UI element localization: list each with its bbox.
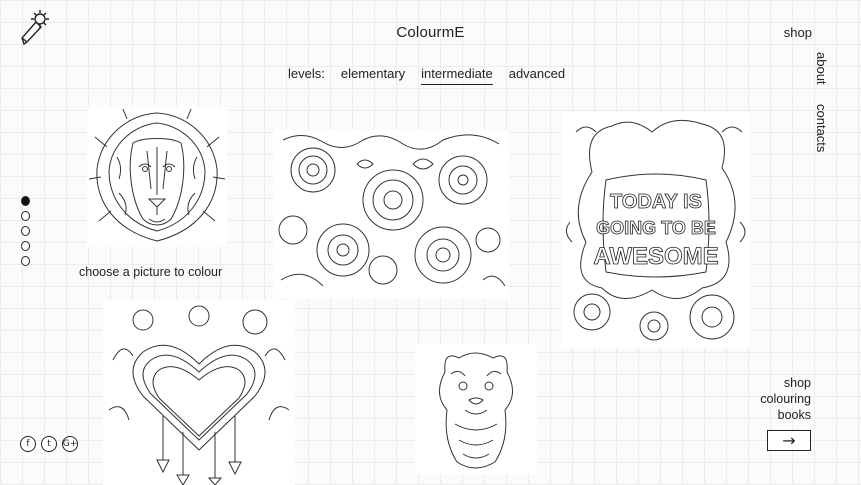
- quote-line-3: AWESOME: [593, 243, 718, 270]
- picture-awesome-quote[interactable]: TODAY IS GOING TO BE AWESOME: [562, 112, 750, 348]
- promo-line-2: colouring: [760, 392, 811, 406]
- promo-line-1: shop: [783, 376, 811, 390]
- quote-line-2: GOING TO BE: [596, 218, 716, 238]
- nav-about-link[interactable]: about: [814, 52, 829, 85]
- page-dot[interactable]: [21, 196, 30, 206]
- gallery-caption: choose a picture to colour: [79, 265, 223, 279]
- level-elementary[interactable]: elementary: [341, 66, 405, 85]
- arrow-right-button[interactable]: →: [767, 430, 811, 451]
- level-intermediate[interactable]: intermediate: [421, 66, 493, 85]
- arrow-right-icon: →: [782, 431, 796, 450]
- picture-puppy[interactable]: [415, 344, 537, 474]
- page-dot[interactable]: [21, 226, 30, 236]
- picture-heart-dreamcatcher[interactable]: [103, 300, 295, 485]
- level-advanced[interactable]: advanced: [509, 66, 565, 85]
- social-links: f t G+: [20, 436, 78, 452]
- page-dot[interactable]: [21, 241, 30, 251]
- page-dot[interactable]: [21, 211, 30, 221]
- brand-title[interactable]: ColourmE: [0, 24, 861, 41]
- levels-label: levels:: [288, 66, 325, 81]
- nav-contacts-link[interactable]: contacts: [814, 104, 829, 152]
- picture-lion[interactable]: [87, 107, 227, 247]
- page-dot[interactable]: [21, 256, 30, 266]
- shop-books-promo[interactable]: shop colouring books: [760, 375, 811, 423]
- quote-line-1: TODAY IS: [610, 191, 702, 213]
- facebook-icon[interactable]: f: [20, 436, 36, 452]
- pagination-dots: [21, 196, 30, 266]
- promo-line-3: books: [777, 408, 811, 422]
- twitter-icon[interactable]: t: [41, 436, 57, 452]
- picture-flowers[interactable]: [273, 130, 509, 298]
- google-plus-icon[interactable]: G+: [62, 436, 78, 452]
- level-selector: levels: elementary intermediate advanced: [288, 66, 565, 85]
- nav-shop-link[interactable]: shop: [784, 25, 812, 40]
